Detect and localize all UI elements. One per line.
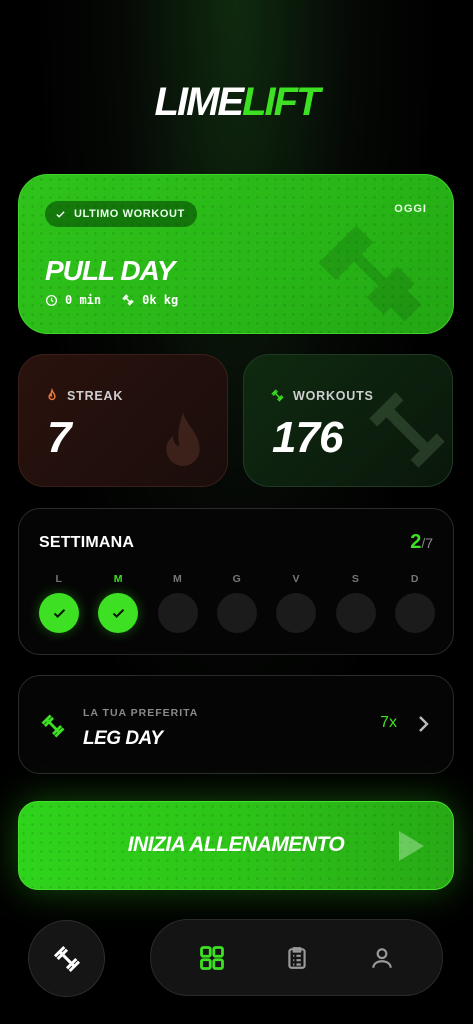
week-day-done-dot — [39, 593, 79, 633]
week-day-empty-dot — [216, 593, 257, 633]
week-progress: 2/7 — [410, 531, 433, 554]
flame-icon — [48, 388, 56, 401]
week-day-empty-dot — [157, 593, 198, 633]
start-workout-button[interactable]: INIZIA ALLENAMENTO — [18, 801, 454, 890]
dumbbell-watermark-icon — [318, 225, 422, 322]
check-icon — [112, 608, 125, 618]
volume-value: 0k kg — [142, 293, 179, 307]
week-day: L — [39, 573, 79, 633]
workouts-card[interactable]: WORKOUTS 176 — [243, 354, 453, 487]
week-day: D — [394, 573, 435, 633]
nav-profile[interactable] — [362, 938, 402, 978]
streak-card[interactable]: STREAK 7 — [18, 354, 228, 487]
week-day-letter: V — [292, 573, 301, 585]
flame-watermark-icon — [166, 412, 200, 466]
week-title: SETTIMANA — [39, 534, 135, 551]
nav-dashboard[interactable] — [192, 938, 232, 978]
week-day-done-dot — [98, 593, 139, 633]
favorite-count: 7x — [380, 714, 397, 731]
week-day: S — [335, 573, 376, 633]
app-logo: LIMELIFT — [0, 80, 473, 125]
logo-part-lift: LIFT — [242, 80, 320, 124]
week-day-letter: M — [113, 573, 123, 585]
badge-label: ULTIMO WORKOUT — [74, 208, 185, 220]
workout-date: OGGI — [394, 203, 427, 215]
workout-title: PULL DAY — [45, 255, 175, 286]
streak-label-row: STREAK — [45, 388, 123, 404]
clipboard-list-icon — [287, 946, 306, 969]
week-day: M — [157, 573, 198, 633]
week-day-letter: D — [410, 573, 420, 585]
start-workout-label: INIZIA ALLENAMENTO — [127, 833, 345, 856]
user-icon — [371, 947, 392, 968]
workout-meta: 0 min 0k kg — [45, 293, 178, 307]
streak-label: STREAK — [67, 389, 124, 403]
last-workout-card[interactable]: ULTIMO WORKOUT OGGI PULL DAY 0 min 0k kg — [18, 174, 454, 334]
week-total: /7 — [421, 535, 433, 551]
duration-item: 0 min — [45, 293, 101, 307]
week-day-empty-dot — [335, 593, 376, 633]
week-day: V — [276, 573, 317, 633]
play-icon — [399, 831, 424, 861]
check-icon — [56, 210, 65, 218]
dumbbell-icon — [53, 945, 80, 972]
dumbbell-watermark-icon — [369, 392, 445, 468]
dashboard-icon — [199, 945, 224, 970]
clock-icon — [45, 294, 58, 306]
dumbbell-icon — [122, 294, 134, 306]
bottom-nav — [150, 919, 443, 996]
favorite-workout-card[interactable]: LA TUA PREFERITA LEG DAY 7x — [18, 675, 454, 774]
nav-history[interactable] — [277, 938, 317, 978]
week-card: SETTIMANA 2/7 L M M G V S D — [18, 508, 454, 655]
week-day: M — [98, 573, 139, 633]
workouts-label-row: WORKOUTS — [270, 388, 374, 403]
favorite-caption: LA TUA PREFERITA — [83, 707, 199, 719]
dumbbell-icon — [41, 714, 65, 738]
duration-value: 0 min — [65, 293, 102, 307]
week-day-letter: L — [55, 573, 63, 585]
dumbbell-icon — [271, 389, 284, 402]
streak-value: 7 — [47, 413, 72, 462]
last-workout-badge: ULTIMO WORKOUT — [45, 201, 197, 227]
logo-part-lime: LIME — [154, 80, 245, 124]
favorite-name: LEG DAY — [83, 728, 163, 749]
week-day: G — [216, 573, 257, 633]
week-done: 2 — [410, 531, 422, 553]
week-day-letter: S — [351, 573, 360, 585]
week-day-letter: M — [173, 573, 183, 585]
workouts-label: WORKOUTS — [293, 388, 374, 403]
check-icon — [53, 608, 65, 618]
workouts-value: 176 — [272, 413, 343, 462]
week-day-letter: G — [232, 573, 242, 585]
volume-item: 0k kg — [121, 293, 178, 307]
week-days: LMMGVSD — [39, 573, 435, 633]
week-day-empty-dot — [276, 593, 317, 633]
chevron-right-icon — [419, 716, 429, 732]
dumbbell-fab-button[interactable] — [28, 920, 105, 997]
week-day-empty-dot — [394, 593, 435, 633]
